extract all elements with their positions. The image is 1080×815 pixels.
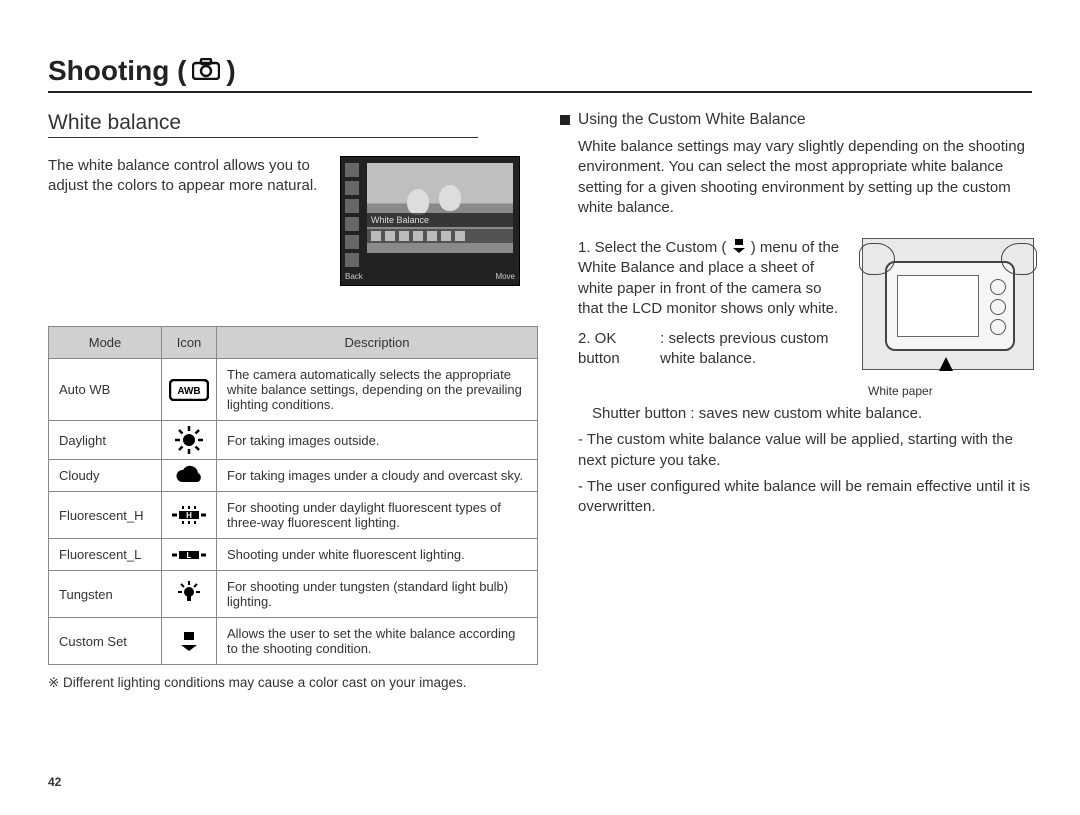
face-icon — [407, 189, 429, 215]
col-desc: Description — [217, 327, 538, 359]
figure-caption: White paper — [868, 384, 1032, 398]
lcd-move-label: Move — [495, 272, 515, 281]
lcd-side-icon — [345, 199, 359, 213]
svg-text:AWB: AWB — [177, 386, 200, 397]
camera-illustration — [862, 238, 1034, 370]
arrow-up-icon — [939, 357, 953, 371]
desc-cell: The camera automatically selects the app… — [217, 359, 538, 421]
mode-cell: Custom Set — [49, 618, 162, 665]
step-3: Shutter button : saves new custom white … — [578, 404, 1032, 424]
sub-heading: Using the Custom White Balance — [560, 111, 1032, 129]
custom-set-icon — [731, 238, 747, 254]
square-bullet-icon — [560, 115, 570, 125]
icon-cell — [162, 571, 217, 618]
icon-cell: AWB — [162, 359, 217, 421]
table-note: ※ Different lighting conditions may caus… — [48, 675, 520, 691]
desc-cell: For shooting under tungsten (standard li… — [217, 571, 538, 618]
custom-set-icon — [177, 629, 201, 653]
right-column: Using the Custom White Balance White bal… — [560, 111, 1032, 691]
step-1: 1. Select the Custom ( ) menu of the Whi… — [578, 238, 846, 319]
table-row: Custom Set Allows the user to set the wh… — [49, 618, 538, 665]
sub-heading-text: Using the Custom White Balance — [578, 111, 805, 129]
desc-cell: Allows the user to set the white balance… — [217, 618, 538, 665]
lcd-side-icon — [345, 163, 359, 177]
lcd-side-icon — [345, 253, 359, 267]
table-row: Fluorescent_L L Shooting under white flu… — [49, 539, 538, 571]
svg-text:H: H — [186, 511, 192, 520]
page-title: Shooting ( ) — [48, 55, 1032, 93]
awb-icon: AWB — [169, 379, 209, 401]
table-row: Auto WB AWB The camera automatically sel… — [49, 359, 538, 421]
icon-cell — [162, 618, 217, 665]
mode-cell: Fluorescent_H — [49, 492, 162, 539]
intro-paragraph: White balance settings may vary slightly… — [578, 137, 1032, 218]
icon-cell: L — [162, 539, 217, 571]
desc-cell: Shooting under white fluorescent lightin… — [217, 539, 538, 571]
sun-icon — [174, 425, 204, 455]
fluorescent-h-icon: H — [171, 505, 207, 525]
icon-cell: H — [162, 492, 217, 539]
mode-cell: Auto WB — [49, 359, 162, 421]
desc-cell: For shooting under daylight fluorescent … — [217, 492, 538, 539]
white-balance-table: Mode Icon Description Auto WB AWB The ca… — [48, 326, 538, 665]
desc-cell: For taking images under a cloudy and ove… — [217, 460, 538, 492]
camera-lcd-preview: White Balance Back Move — [340, 156, 520, 286]
page-number: 42 — [48, 775, 61, 789]
page-title-prefix: Shooting ( — [48, 55, 186, 87]
desc-cell: For taking images outside. — [217, 421, 538, 460]
svg-text:L: L — [187, 551, 192, 560]
lcd-side-icon — [345, 217, 359, 231]
bulb-icon — [175, 580, 203, 608]
left-column: White balance The white balance control … — [48, 111, 520, 691]
lcd-back-label: Back — [345, 272, 363, 281]
icon-cell — [162, 460, 217, 492]
table-row: Daylight For taking images outside. — [49, 421, 538, 460]
icon-cell — [162, 421, 217, 460]
lcd-side-icon — [345, 181, 359, 195]
lcd-icon-row — [367, 229, 513, 243]
bullet-note: - The custom white balance value will be… — [578, 430, 1032, 471]
mode-cell: Daylight — [49, 421, 162, 460]
mode-cell: Fluorescent_L — [49, 539, 162, 571]
section-heading: White balance — [48, 111, 478, 138]
steps-list: 1. Select the Custom ( ) menu of the Whi… — [578, 238, 846, 398]
camera-icon — [192, 55, 220, 87]
fluorescent-l-icon: L — [171, 547, 207, 563]
page-title-suffix: ) — [226, 55, 235, 87]
table-row: Tungsten For shooting under tungsten (st… — [49, 571, 538, 618]
table-row: Fluorescent_H H For sho — [49, 492, 538, 539]
face-icon — [439, 185, 461, 211]
after-steps: Shutter button : saves new custom white … — [578, 404, 1032, 517]
mode-cell: Tungsten — [49, 571, 162, 618]
intro-text: The white balance control allows you to … — [48, 156, 326, 286]
col-mode: Mode — [49, 327, 162, 359]
table-row: Cloudy For taking images under a cloudy … — [49, 460, 538, 492]
lcd-side-icon — [345, 235, 359, 249]
mode-cell: Cloudy — [49, 460, 162, 492]
lcd-wb-label: White Balance — [367, 213, 513, 227]
camera-figure: White paper — [862, 238, 1032, 398]
bullet-note: - The user configured white balance will… — [578, 477, 1032, 518]
cloud-icon — [173, 465, 205, 487]
step-2: 2. OK button : selects previous custom w… — [578, 329, 846, 370]
col-icon: Icon — [162, 327, 217, 359]
